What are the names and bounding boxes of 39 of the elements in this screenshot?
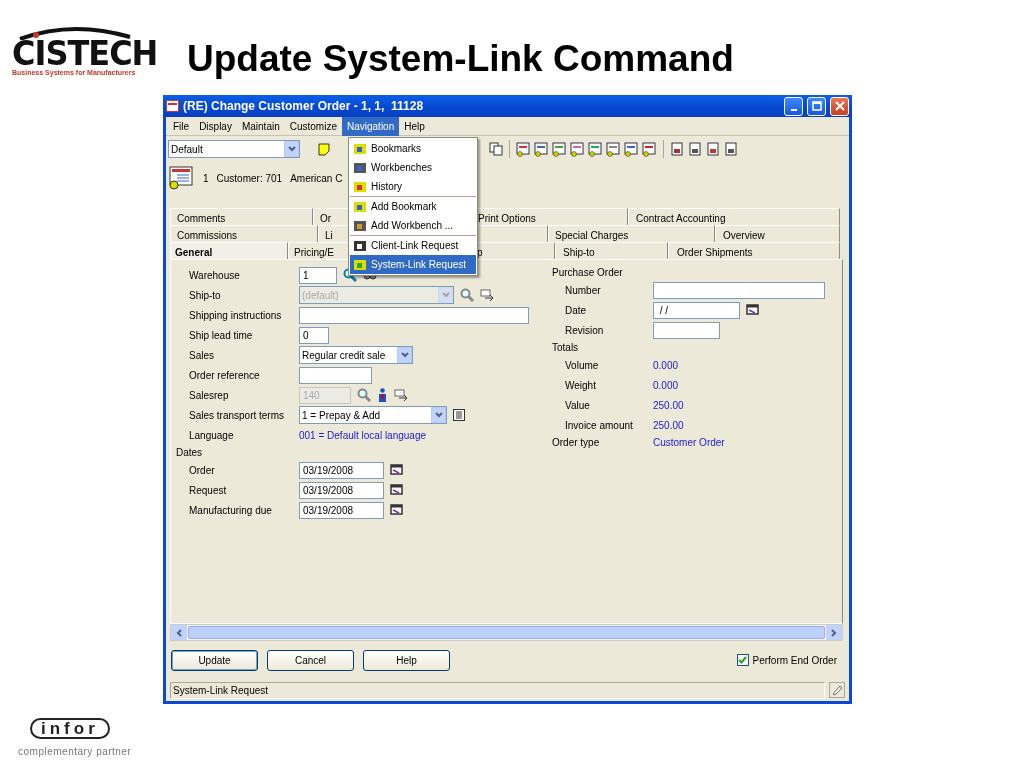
field-label: Sales transport terms xyxy=(189,408,286,423)
checkbox-label: Perform End Order xyxy=(752,653,837,668)
field-label: Request xyxy=(189,483,228,498)
customer-name: American C xyxy=(290,171,343,186)
field-value: 0.000 xyxy=(653,378,679,393)
field-label: Manufacturing due xyxy=(189,503,273,518)
footer-tagline: complementary partner xyxy=(18,745,132,759)
field-label: Invoice amount xyxy=(565,418,634,433)
field-label: Volume xyxy=(565,358,600,373)
logo-wordmark: CISTECH xyxy=(12,39,159,67)
field-label: Salesrep xyxy=(189,388,230,403)
field-label: Language xyxy=(189,428,235,443)
customer-id: Customer: 701 xyxy=(216,171,283,186)
footer-logo: infor xyxy=(30,718,110,739)
field-value: 250.00 xyxy=(653,418,684,433)
status-bar: System-Link Request xyxy=(170,681,825,699)
field-label: Order reference xyxy=(189,368,261,383)
field-label: Value xyxy=(565,398,591,413)
field-label: Date xyxy=(565,303,588,318)
section-label: Purchase Order xyxy=(552,266,624,280)
field-label: Ship lead time xyxy=(189,328,254,343)
field-label: Shipping instructions xyxy=(189,308,283,323)
slide-title: Update System-Link Command xyxy=(187,40,734,77)
window-title: (RE) Change Customer Order - 1, 1, 11128 xyxy=(183,98,425,115)
section-label: Dates xyxy=(176,446,204,460)
field-label: Number xyxy=(565,283,602,298)
field-value: 001 = Default local language xyxy=(299,428,427,443)
field-label: Order type xyxy=(552,436,601,450)
field-label: Order xyxy=(189,463,216,478)
field-value: 0.000 xyxy=(653,358,679,373)
customer-number: 1 xyxy=(203,171,209,186)
field-value: 250.00 xyxy=(653,398,684,413)
field-label: Ship-to xyxy=(189,288,222,303)
field-label: Warehouse xyxy=(189,268,241,283)
field-value: Customer Order xyxy=(653,436,725,450)
section-label: Totals xyxy=(552,341,580,355)
field-label: Weight xyxy=(565,378,597,393)
field-label: Sales xyxy=(189,348,215,363)
field-label: Revision xyxy=(565,323,605,338)
